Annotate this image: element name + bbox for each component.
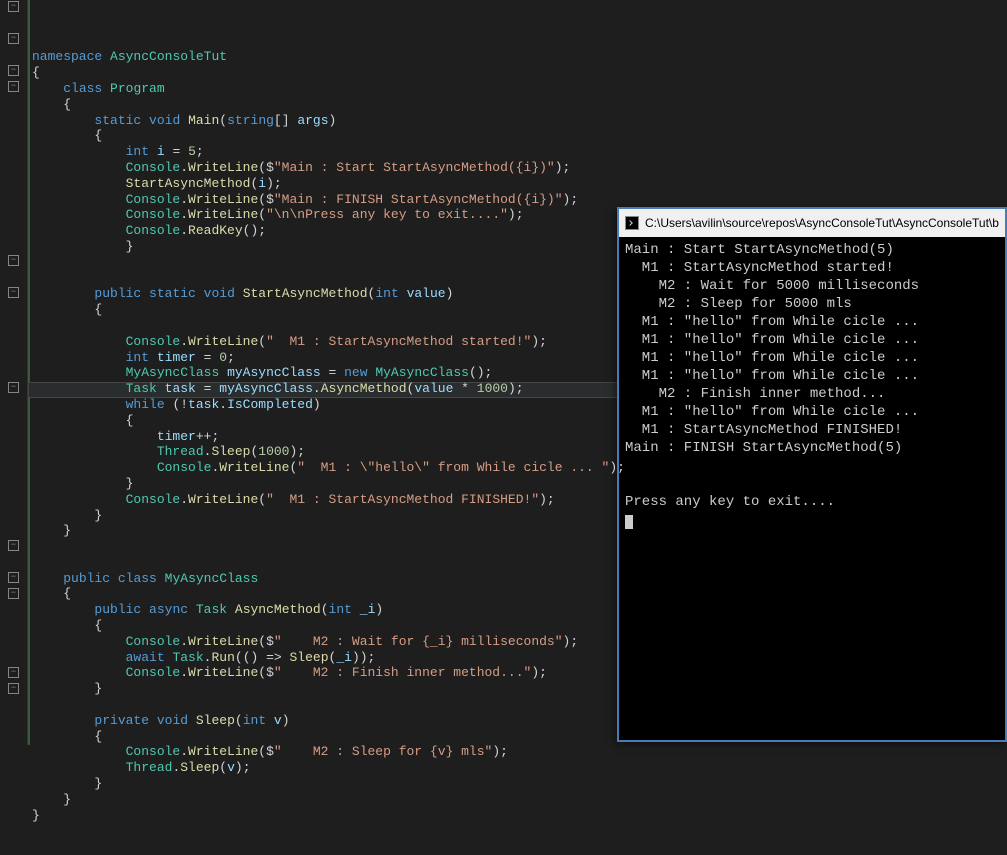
fold-toggle[interactable]: −	[8, 255, 19, 266]
fold-toggle[interactable]: −	[8, 382, 19, 393]
gutter: − − − − − − − − − − − −	[0, 0, 28, 745]
fold-toggle[interactable]: −	[8, 65, 19, 76]
fold-toggle[interactable]: −	[8, 33, 19, 44]
fold-toggle[interactable]: −	[8, 667, 19, 678]
code-editor[interactable]: − − − − − − − − − − − − namespace AsyncConsoleTut{ …	[0, 0, 1007, 745]
fold-toggle[interactable]: −	[8, 81, 19, 92]
fold-toggle[interactable]: −	[8, 1, 19, 12]
fold-toggle[interactable]: −	[8, 540, 19, 551]
fold-toggle[interactable]: −	[8, 572, 19, 583]
fold-toggle[interactable]: −	[8, 287, 19, 298]
code-area[interactable]: namespace AsyncConsoleTut{ class Program…	[28, 0, 1007, 745]
fold-toggle[interactable]: −	[8, 683, 19, 694]
fold-toggle[interactable]: −	[8, 588, 19, 599]
